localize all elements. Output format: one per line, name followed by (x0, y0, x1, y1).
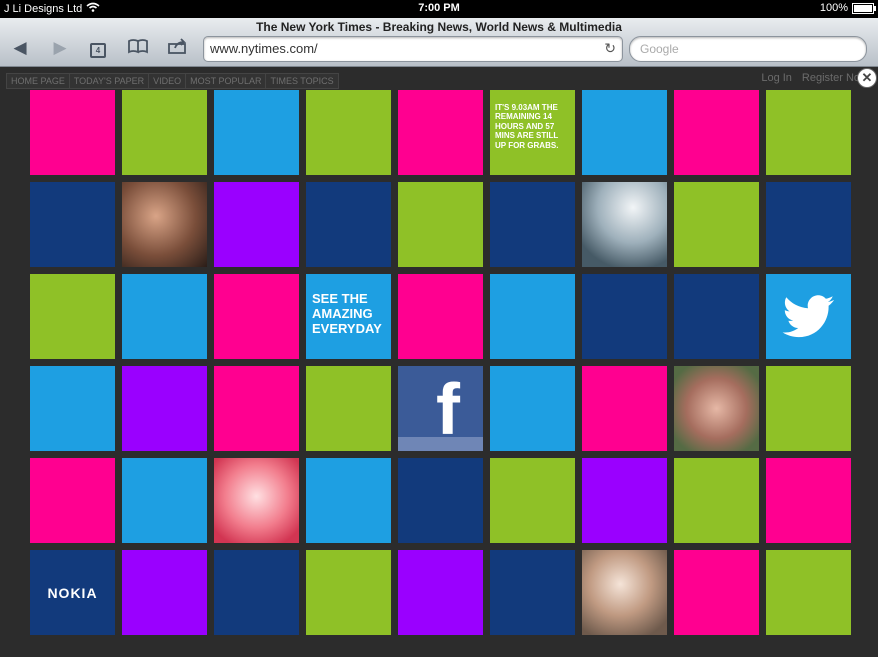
nokia-logo-tile[interactable]: NOKIA (30, 550, 115, 635)
search-placeholder: Google (640, 42, 679, 56)
facebook-tile[interactable]: f (398, 366, 483, 451)
ad-tile[interactable] (766, 182, 851, 267)
photo-tile[interactable] (582, 550, 667, 635)
ad-tile[interactable] (674, 274, 759, 359)
ad-tile[interactable] (30, 182, 115, 267)
status-bar: J Li Designs Ltd 7:00 PM 100% (0, 0, 878, 18)
ad-tile[interactable] (214, 274, 299, 359)
back-arrow-icon[interactable]: ◀ (8, 38, 32, 58)
ad-tile[interactable] (398, 182, 483, 267)
twitter-tile[interactable] (766, 274, 851, 359)
address-bar[interactable]: www.nytimes.com/ ↻ (203, 36, 623, 62)
ad-tile[interactable] (398, 550, 483, 635)
ad-tile[interactable] (490, 274, 575, 359)
ad-tile[interactable] (122, 366, 207, 451)
countdown-tile[interactable]: IT'S 9.03AM THE REMAINING 14 HOURS AND 5… (490, 90, 575, 175)
ad-tile[interactable] (306, 182, 391, 267)
reload-icon[interactable]: ↻ (604, 40, 616, 57)
facebook-f-icon: f (436, 370, 460, 450)
search-input[interactable]: Google (629, 36, 867, 62)
ad-tile[interactable] (214, 90, 299, 175)
ad-tile[interactable] (214, 366, 299, 451)
tabs-count-icon: 4 (90, 43, 106, 58)
battery-group: 100% (819, 2, 876, 14)
ad-tile[interactable] (582, 458, 667, 543)
nokia-logo: NOKIA (47, 584, 98, 601)
tabs-button[interactable]: 4 (86, 38, 110, 58)
ad-tile[interactable] (766, 550, 851, 635)
ad-tile[interactable] (582, 366, 667, 451)
nav-item-todays-paper[interactable]: TODAY'S PAPER (68, 73, 149, 89)
photo-tile[interactable] (582, 182, 667, 267)
ad-tile[interactable] (674, 90, 759, 175)
ad-tile[interactable] (490, 550, 575, 635)
register-link[interactable]: Register No (802, 72, 860, 84)
nav-item-most-popular[interactable]: MOST POPULAR (185, 73, 266, 89)
tagline-text: SEE THE AMAZING EVERYDAY (312, 291, 382, 336)
url-text: www.nytimes.com/ (210, 41, 318, 56)
ad-tile[interactable] (306, 550, 391, 635)
countdown-text: IT'S 9.03AM THE REMAINING 14 HOURS AND 5… (495, 103, 559, 150)
ad-tile[interactable] (398, 274, 483, 359)
ad-tile[interactable] (306, 458, 391, 543)
account-links: Log In Register No (761, 72, 860, 84)
battery-percent: 100% (819, 2, 848, 14)
ad-tile[interactable] (398, 90, 483, 175)
ad-tile[interactable] (30, 90, 115, 175)
battery-icon (852, 2, 876, 14)
ad-tile[interactable] (674, 458, 759, 543)
bookmarks-book-icon[interactable] (126, 38, 150, 58)
browser-toolbar: The New York Times - Breaking News, Worl… (0, 18, 878, 67)
ad-tile[interactable] (30, 274, 115, 359)
photo-tile[interactable] (214, 458, 299, 543)
ad-tile[interactable] (766, 366, 851, 451)
ad-tile[interactable] (306, 366, 391, 451)
nav-item-times-topics[interactable]: TIMES TOPICS (265, 73, 339, 89)
ad-tile[interactable] (122, 458, 207, 543)
ad-tile[interactable] (766, 458, 851, 543)
ad-tile[interactable] (490, 458, 575, 543)
close-ad-button[interactable]: ✕ (857, 68, 877, 88)
ad-tile[interactable] (30, 366, 115, 451)
site-nav: HOME PAGE TODAY'S PAPER VIDEO MOST POPUL… (6, 73, 339, 89)
ad-tile[interactable] (582, 90, 667, 175)
ad-tile[interactable] (766, 90, 851, 175)
nav-item-video[interactable]: VIDEO (148, 73, 186, 89)
ad-tile[interactable] (214, 550, 299, 635)
ad-tile[interactable] (306, 90, 391, 175)
ad-tile[interactable] (122, 274, 207, 359)
forward-arrow-icon[interactable]: ▶ (48, 38, 72, 58)
login-link[interactable]: Log In (761, 72, 792, 84)
twitter-bird-icon (780, 294, 836, 343)
ad-tile[interactable] (30, 458, 115, 543)
ad-tile[interactable] (122, 90, 207, 175)
photo-tile[interactable] (122, 182, 207, 267)
ad-tile[interactable] (582, 274, 667, 359)
ad-tile[interactable] (490, 366, 575, 451)
ad-tile[interactable] (674, 182, 759, 267)
nav-item-home[interactable]: HOME PAGE (6, 73, 69, 89)
ad-tile[interactable] (122, 550, 207, 635)
share-icon[interactable] (166, 38, 190, 58)
ad-tile[interactable] (490, 182, 575, 267)
page-title: The New York Times - Breaking News, Worl… (256, 20, 622, 34)
photo-tile[interactable] (674, 366, 759, 451)
ad-tile[interactable] (674, 550, 759, 635)
tagline-tile[interactable]: SEE THE AMAZING EVERYDAY (306, 274, 391, 359)
ad-tile[interactable] (398, 458, 483, 543)
ad-tile[interactable] (214, 182, 299, 267)
clock: 7:00 PM (418, 2, 460, 14)
